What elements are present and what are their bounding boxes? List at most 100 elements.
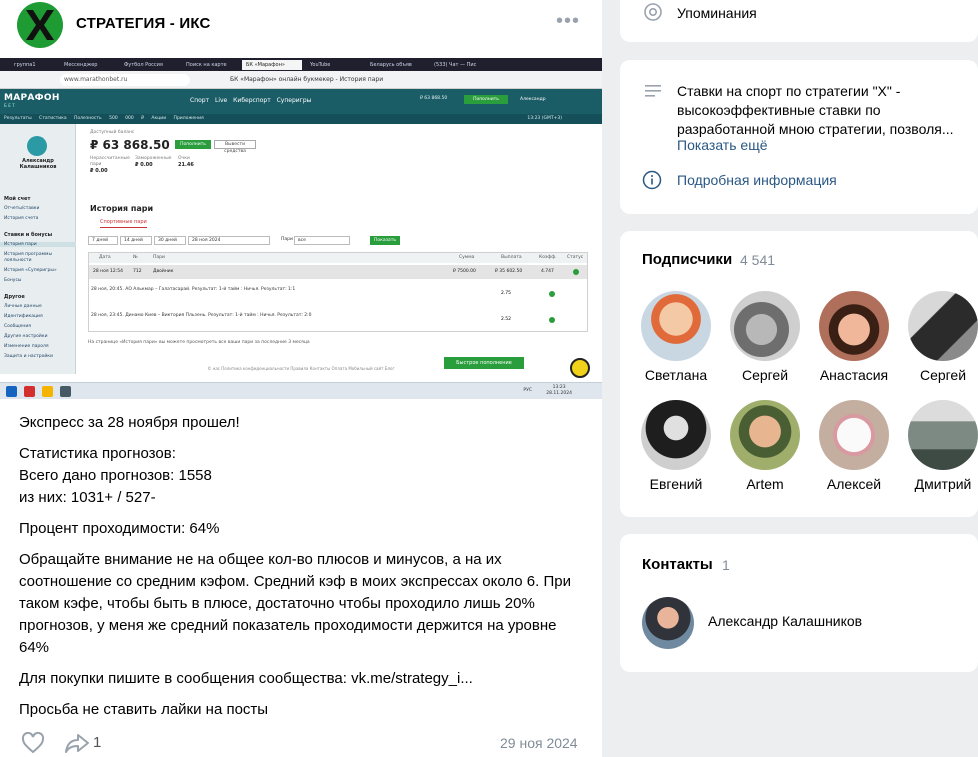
post-text-line: Процент проходимости: 64% [19,520,220,537]
post-text-line[interactable]: Для покупки пишите в сообщения сообществ… [19,668,589,690]
share-count: 1 [93,734,102,751]
description-lines-icon [645,85,661,97]
show-more-link[interactable]: Показать ещё [677,137,768,153]
side-head: Мой счет [4,196,31,202]
subscriber-name: Светлана [644,367,708,383]
bet-leg: 28 ноя, 23:45. Динамо Киев – Виктория Пл… [91,313,312,318]
col-num: № [133,255,138,260]
subscriber-name: Алексей [826,476,882,492]
chat-bubble-icon [570,358,590,378]
col-bet: Пари [153,255,165,260]
subscriber-item[interactable]: Светлана [634,291,718,391]
withdraw-button: Вывести средства [214,140,256,154]
side-head: Другое [4,294,25,300]
side-item: Другие настройки [4,334,48,339]
subscriber-item[interactable]: Сергей [901,291,978,391]
community-logo[interactable] [17,2,63,48]
attached-screenshot[interactable]: группа1 Мессенджер Футбол Россия Поиск н… [0,58,602,399]
taskbar-lang: РУС [523,388,532,393]
contacts-card: Контакты 1 Александр Калашников [620,534,978,672]
bet-leg-coef: 2.75 [501,291,512,296]
col-payout: Выплата [501,255,522,260]
leg-won-icon [549,291,555,297]
stat-label: Нерассчитанные пари [90,156,130,167]
subscriber-item[interactable]: Евгений [634,400,718,500]
info-icon [642,170,662,190]
bookmaker-deposit-top: Пополнить [464,95,508,104]
col-coef: Коэфф. [539,255,557,260]
show-button: Показать [370,236,400,245]
subscribers-title[interactable]: Подписчики [642,251,732,268]
stat-unsettled: Нерассчитанные пари ₽ 0.00 [90,156,130,174]
subscribers-card: Подписчики 4 541 Светлана Сергей Анастас… [620,231,978,517]
contact-avatar[interactable] [642,597,694,649]
post-text-line: Экспресс за 28 ноября прошел! [19,414,240,431]
browser-tab-active: БК «Марафон» [242,60,302,70]
subscriber-item[interactable]: Дмитрий [901,400,978,500]
fast-deposit-button: Быстрое пополнение [444,357,524,369]
detailed-info-link[interactable]: Подробная информация [677,172,837,188]
subscriber-avatar [730,400,800,470]
col-date: Дата [99,255,111,260]
contact-name[interactable]: Александр Калашников [708,613,862,629]
subscriber-item[interactable]: Анастасия [812,291,896,391]
subscriber-item[interactable]: Artem [723,400,807,500]
more-options-icon[interactable]: ••• [556,10,580,33]
side-item: История программы лояльности [4,252,53,263]
stat-label: Замороженные [135,156,172,161]
mentions-label: Упоминания [677,5,757,21]
side-item: История счета [4,216,39,221]
bookmaker-sidebar: Александр Калашников Мой счет Отчеты/ста… [0,124,76,374]
subscriber-avatar [908,400,978,470]
side-item: Отчеты/ставки [4,206,40,211]
post-text-paragraph: Обращайте внимание не на общее кол-во пл… [19,551,571,656]
subscriber-name: Анастасия [819,367,889,383]
col-status: Статус [567,255,584,260]
windows-taskbar: РУС 13:23 28.11.2024 [0,382,602,399]
browser-page-title: БК «Марафон» онлайн букмекер - История п… [230,76,384,83]
filter-30d: 30 дней [154,236,186,245]
like-icon[interactable] [21,732,45,754]
side-item: Защита и настройки [4,354,53,359]
subscriber-item[interactable]: Алексей [812,400,896,500]
row-num: 712 [133,269,142,274]
bookmaker-balance-top: ₽ 63 868.50 [420,96,448,101]
bets-table: Дата № Пари Сумма Выплата Коэфф. Статус … [88,252,588,332]
subscribers-count: 4 541 [740,252,776,268]
subscriber-item[interactable]: Сергей [723,291,807,391]
bookmaker-avatar [27,136,47,156]
subscriber-avatar [908,291,978,361]
deposit-button: Пополнить [175,140,211,149]
post-date[interactable]: 29 ноя 2024 [500,735,578,751]
stat-points: Очки 21.46 [178,156,208,168]
filter-14d: 14 дней [120,236,152,245]
taskbar-clock: 13:23 28.11.2024 [546,385,572,397]
filters: 7 дней 14 дней 30 дней 28 ноя 2024 Пари … [88,236,588,246]
stat-value: ₽ 0.00 [135,162,153,168]
community-description: Ставки на спорт по стратегии "X" - высок… [677,83,954,137]
subscriber-name: Дмитрий [914,476,972,492]
browser-tab: группа1 [14,62,36,68]
share-icon[interactable] [64,732,90,754]
row-sum: ₽ 7500.00 [453,269,476,274]
subscriber-name: Сергей [741,367,789,383]
contacts-title[interactable]: Контакты [642,556,713,573]
side-item: Личные данные [4,304,42,309]
community-name[interactable]: СТРАТЕГИЯ - ИКС [76,15,211,32]
col-sum: Сумма [459,255,475,260]
row-coef: 4.747 [541,269,554,274]
filter-7d: 7 дней [88,236,118,245]
browser-tab: Мессенджер [64,62,98,68]
side-item: История «Суперигры» [4,268,57,273]
at-sign-icon [644,3,662,21]
subscriber-name: Евгений [649,476,703,492]
taskbar-app-icon [60,386,71,397]
balance-label: Доступный баланс [90,130,135,135]
bet-leg-coef: 2.52 [501,317,512,322]
browser-tab: Футбол Россия [124,62,163,68]
taskbar-app-icon [24,386,35,397]
mentions-card[interactable]: Упоминания [620,0,978,42]
start-icon [6,386,17,397]
browser-tab: Поиск на карте [186,62,227,68]
bet-history-footnote: На странице «История пари» вы можете про… [88,340,310,345]
